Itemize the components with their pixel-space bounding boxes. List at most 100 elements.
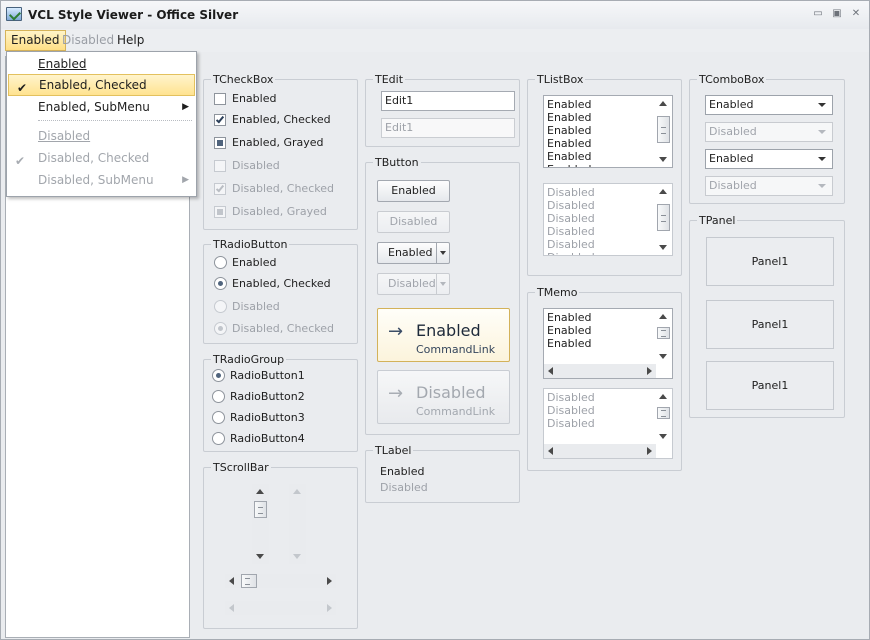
group-title: TMemo [535,286,580,299]
minimize-icon[interactable]: ▭ [811,8,825,20]
split-button-enabled[interactable]: Enabled [377,242,450,264]
radio-label: RadioButton4 [230,432,305,445]
enabled-menu-popup: Enabled ✔ Enabled, Checked Enabled, SubMe… [6,51,197,197]
app-window: VCL Style Viewer - Office Silver ▭ ▣ ✕ E… [0,0,870,640]
popup-item-label: Enabled, SubMenu [38,100,150,114]
list-item[interactable]: Enabled [547,311,655,324]
scroll-left-icon[interactable] [548,367,553,375]
scroll-up-icon[interactable] [659,101,667,106]
list-item[interactable]: Disabled [547,417,655,430]
group-title: TButton [373,156,421,169]
combobox-disabled-2: Disabled [705,176,833,196]
popup-item-label: Disabled, Checked [38,151,150,165]
commandlink-disabled: → Disabled CommandLink [377,370,510,424]
scroll-up-icon [293,489,301,494]
memo-vscrollbar[interactable] [655,309,672,364]
vertical-scrollbar-enabled[interactable] [252,484,269,564]
split-dropdown-icon[interactable] [436,243,449,263]
popup-item-label: Enabled [38,57,87,71]
popup-item-enabled-checked[interactable]: ✔ Enabled, Checked [8,74,195,96]
list-item[interactable]: Enabled [547,337,655,350]
list-item[interactable]: Enabled [547,163,655,167]
button-enabled[interactable]: Enabled [377,180,450,202]
list-item[interactable]: Enabled [547,111,655,124]
radio-label: Enabled [232,256,277,269]
scroll-up-icon[interactable] [256,489,264,494]
list-item[interactable]: Disabled [547,225,655,238]
scroll-left-icon[interactable] [229,577,234,585]
horizontal-scrollbar-enabled[interactable] [225,574,336,588]
menu-disabled[interactable]: Disabled [57,30,119,51]
popup-item-label: Disabled, SubMenu [38,173,154,187]
popup-item-disabled-checked[interactable]: ✔ Disabled, Checked [7,147,196,169]
scroll-down-icon[interactable] [256,554,264,559]
scroll-thumb[interactable] [657,116,670,143]
popup-item-enabled[interactable]: Enabled [7,53,196,75]
horizontal-scrollbar-disabled [225,601,336,615]
listbox-scrollbar[interactable] [655,96,672,167]
scroll-right-icon [327,604,332,612]
list-item[interactable]: Enabled [547,124,655,137]
scroll-right-icon[interactable] [327,577,332,585]
checkbox-label: Disabled, Checked [232,182,334,195]
scroll-right-icon [647,447,652,455]
scroll-down-icon [659,434,667,439]
list-item[interactable]: Disabled [547,199,655,212]
menu-help[interactable]: Help [112,30,149,51]
memo-hscrollbar[interactable] [544,364,656,378]
maximize-icon[interactable]: ▣ [830,8,844,20]
popup-item-enabled-submenu[interactable]: Enabled, SubMenu ▶ [7,96,196,118]
menu-separator [38,120,192,121]
checkbox-label: Disabled, Grayed [232,205,327,218]
list-item[interactable]: Disabled [547,391,655,404]
list-item[interactable]: Enabled [547,137,655,150]
memo-enabled[interactable]: Enabled Enabled Enabled [543,308,673,379]
split-dropdown-icon [436,274,449,294]
list-item[interactable]: Disabled [547,251,655,255]
listbox-disabled: Disabled Disabled Disabled Disabled Disabled… [543,183,673,256]
list-item[interactable]: Enabled [547,98,655,111]
scroll-thumb[interactable] [254,501,267,518]
edit-enabled[interactable]: Edit1 [381,91,515,111]
popup-item-disabled-submenu[interactable]: Disabled, SubMenu ▶ [7,169,196,191]
list-item[interactable]: Enabled [547,150,655,163]
list-item[interactable]: Disabled [547,238,655,251]
group-panel: TPanel Panel1 Panel1 Panel1 [689,214,845,418]
combobox-enabled[interactable]: Enabled [705,95,833,115]
scroll-left-icon [548,447,553,455]
combobox-enabled-2[interactable]: Enabled [705,149,833,169]
scroll-down-icon[interactable] [659,354,667,359]
popup-item-disabled[interactable]: Disabled [7,125,196,147]
scroll-thumb[interactable] [657,327,670,339]
chevron-down-icon[interactable] [818,103,826,107]
scroll-thumb [657,204,670,231]
group-button: TButton Enabled Disabled Enabled Disable… [365,156,520,435]
commandlink-enabled[interactable]: → Enabled CommandLink [377,308,510,362]
scroll-thumb [657,407,670,419]
group-title: TPanel [697,214,738,227]
list-item[interactable]: Enabled [547,324,655,337]
group-label: TLabel Enabled Disabled [365,444,520,503]
scroll-down-icon [659,245,667,250]
list-item[interactable]: Disabled [547,404,655,417]
split-button-disabled: Disabled [377,273,450,295]
scroll-up-icon [659,189,667,194]
group-scrollbar: TScrollBar [203,461,358,629]
combobox-value: Disabled [709,125,757,138]
check-icon: ✔ [17,81,28,95]
chevron-down-icon[interactable] [818,157,826,161]
checkbox-label: Enabled [232,92,277,105]
scroll-right-icon[interactable] [647,367,652,375]
scroll-up-icon[interactable] [659,314,667,319]
close-icon[interactable]: ✕ [849,8,863,20]
group-title: TRadioButton [211,238,290,251]
group-memo: TMemo Enabled Enabled Enabled Disabled Disa… [527,286,682,471]
popup-item-label: Disabled [38,129,91,143]
listbox-enabled[interactable]: EnabledEnabledEnabledEnabledEnabledEnabl… [543,95,673,168]
list-item[interactable]: Disabled [547,212,655,225]
scroll-down-icon[interactable] [659,157,667,162]
combobox-value: Disabled [709,179,757,192]
scroll-thumb[interactable] [241,574,257,588]
combobox-value: Enabled [709,152,754,165]
list-item[interactable]: Disabled [547,186,655,199]
